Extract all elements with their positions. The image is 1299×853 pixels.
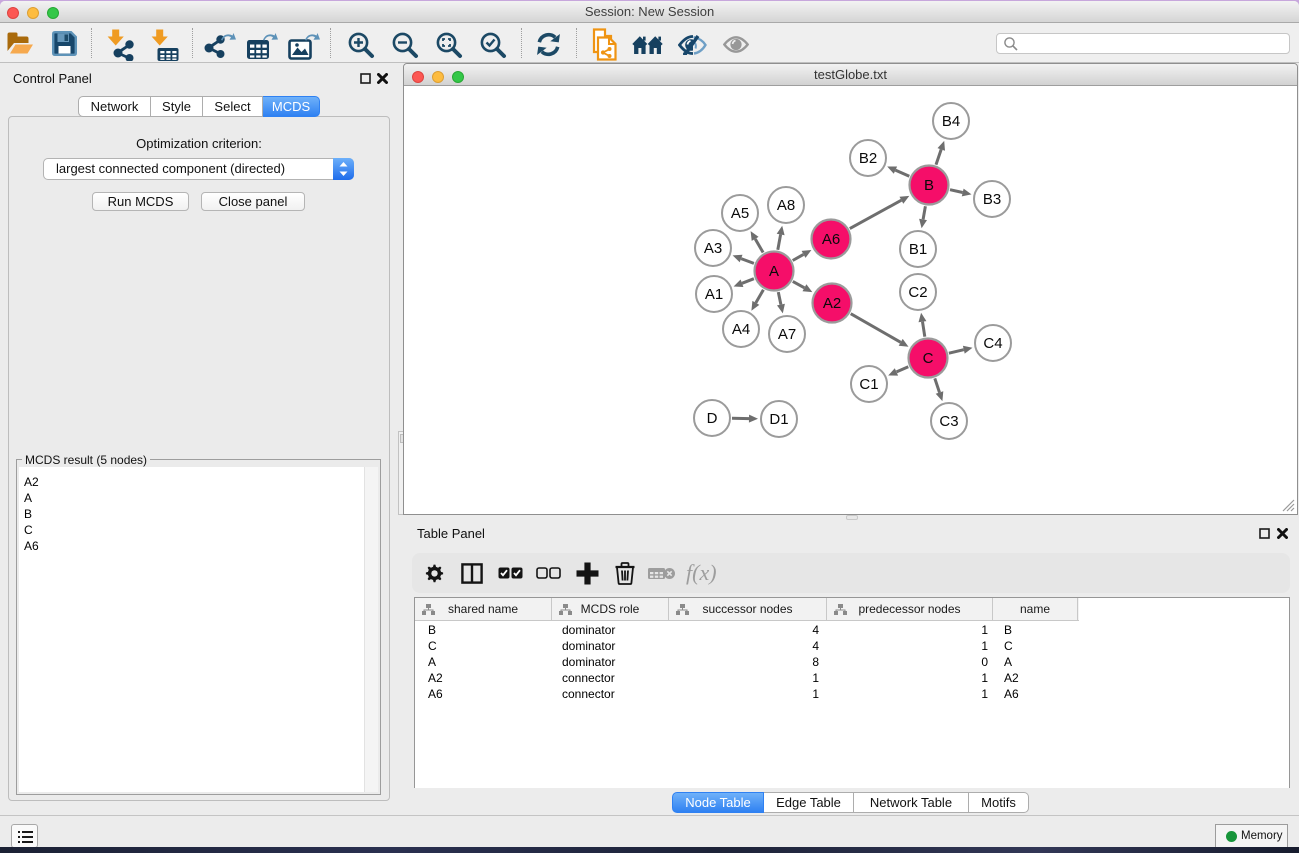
svg-text:A3: A3 [704,240,722,257]
svg-text:B: B [924,177,934,194]
svg-text:B3: B3 [983,191,1001,208]
svg-text:A8: A8 [777,197,795,214]
svg-text:C: C [923,350,934,367]
svg-text:B2: B2 [859,150,877,167]
svg-text:C1: C1 [859,376,878,393]
svg-text:A6: A6 [822,231,840,248]
svg-text:D1: D1 [769,411,788,428]
svg-text:A2: A2 [823,295,841,312]
svg-text:A: A [769,263,779,280]
svg-text:C3: C3 [939,413,958,430]
svg-text:A1: A1 [705,286,723,303]
svg-text:D: D [707,410,718,427]
svg-text:C4: C4 [983,335,1002,352]
svg-text:B1: B1 [909,241,927,258]
svg-text:A7: A7 [778,326,796,343]
svg-text:B4: B4 [942,113,960,130]
svg-text:A4: A4 [732,321,750,338]
svg-text:A5: A5 [731,205,749,222]
svg-text:C2: C2 [908,284,927,301]
